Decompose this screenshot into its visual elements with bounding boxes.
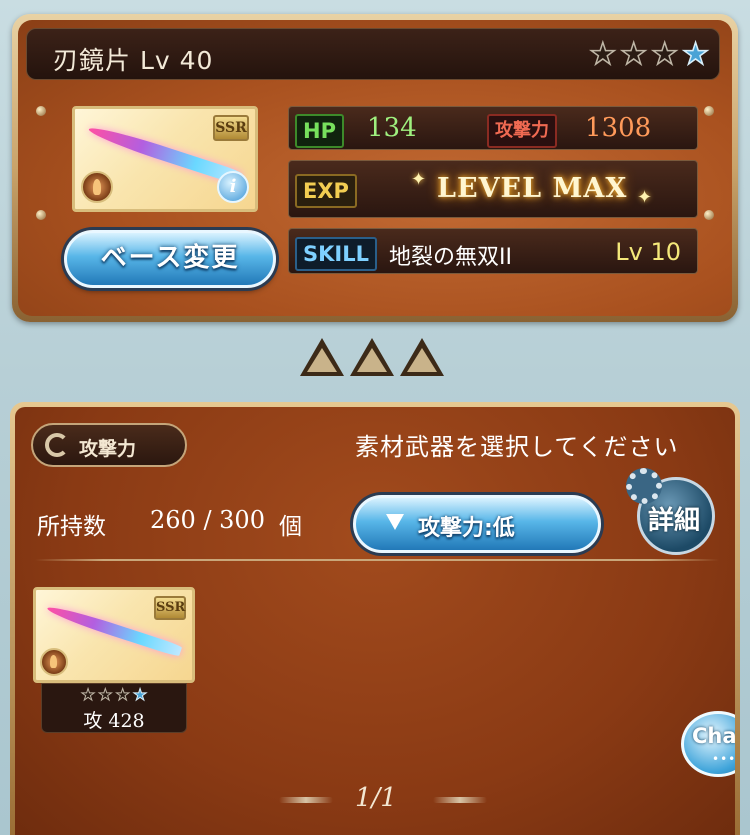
material-weapon-attack: 攻 428 xyxy=(83,710,145,732)
detail-button[interactable]: 詳細 xyxy=(626,468,715,555)
change-base-button[interactable]: ベース変更 xyxy=(64,230,276,288)
skill-name: 地裂の無双II xyxy=(389,245,512,270)
skill-label: SKILL xyxy=(295,237,377,271)
triangle-down-icon xyxy=(386,514,404,530)
star-icon: ★ xyxy=(589,37,617,72)
earth-element-icon xyxy=(81,171,113,203)
attack-label: 攻撃力 xyxy=(487,114,557,148)
weapon-thumbnail[interactable]: SSR i xyxy=(72,106,258,212)
sparkle-icon: ✦ xyxy=(637,187,653,208)
material-weapon-thumbnail: SSR xyxy=(33,587,195,683)
ssr-badge: SSR xyxy=(154,596,186,620)
earth-element-icon xyxy=(40,648,68,676)
uncap-triangles xyxy=(300,338,444,376)
rivet-decoration xyxy=(36,210,46,220)
weapon-status-card-body: 刃鏡片 Lv 40 ★ ★ ★ ★ SSR i ベース変更 HP 134 攻撃力… xyxy=(18,20,732,316)
weapon-status-card: 刃鏡片 Lv 40 ★ ★ ★ ★ SSR i ベース変更 HP 134 攻撃力… xyxy=(12,14,738,322)
blue-star-icon: ★ xyxy=(681,37,709,72)
owned-count: 260 / 300 xyxy=(150,506,265,534)
detail-label: 詳細 xyxy=(648,506,701,536)
triangle-icon xyxy=(350,338,394,376)
exp-row: EXP ✦ ✦ LEVEL MAX xyxy=(288,160,698,218)
stats-row: HP 134 攻撃力 1308 xyxy=(288,106,698,150)
instruction-text: 素材武器を選択してください xyxy=(355,433,679,461)
sort-filter-label: 攻撃力:低 xyxy=(418,516,515,541)
material-weapon-info: ★ ★ ★ ★ 攻 428 xyxy=(41,683,187,733)
weapon-name-level: 刃鏡片 Lv 40 xyxy=(53,46,214,75)
star-icon: ★ xyxy=(650,37,679,72)
star-icon: ★ xyxy=(80,685,96,704)
rivet-decoration xyxy=(704,106,714,116)
pager-prev-decoration xyxy=(279,797,333,803)
star-icon: ★ xyxy=(98,685,113,704)
uncap-stars: ★ ★ ★ ★ xyxy=(589,37,710,72)
skill-level: Lv 10 xyxy=(615,238,681,266)
rivet-decoration xyxy=(704,210,714,220)
triangle-icon xyxy=(400,338,444,376)
triangle-icon xyxy=(300,338,344,376)
star-icon: ★ xyxy=(115,685,130,704)
divider xyxy=(35,559,719,561)
info-icon[interactable]: i xyxy=(217,171,249,203)
owned-unit: 個 xyxy=(279,514,302,540)
exp-label: EXP xyxy=(295,174,357,208)
hp-value: 134 xyxy=(367,113,417,143)
chat-button[interactable]: Chat ••• xyxy=(681,711,735,777)
hp-label: HP xyxy=(295,114,344,148)
material-selection-panel: 攻撃力 素材武器を選択してください 所持数 260 / 300 個 攻撃力:低 … xyxy=(10,402,740,835)
attack-value: 1308 xyxy=(585,113,652,143)
material-selection-body: 攻撃力 素材武器を選択してください 所持数 260 / 300 個 攻撃力:低 … xyxy=(15,407,735,835)
owned-label: 所持数 xyxy=(37,514,106,540)
item-uncap-stars: ★ ★ ★ ★ xyxy=(42,685,186,704)
gear-icon xyxy=(626,468,662,504)
skill-row[interactable]: SKILL 地裂の無双II Lv 10 xyxy=(288,228,698,274)
weapon-title-bar: 刃鏡片 Lv 40 ★ ★ ★ ★ xyxy=(26,28,720,80)
page-indicator: 1/1 xyxy=(355,783,397,813)
sort-toggle-chip[interactable]: 攻撃力 xyxy=(31,423,187,467)
pager-next-decoration xyxy=(433,797,487,803)
material-weapon-item[interactable]: SSR ★ ★ ★ ★ 攻 428 xyxy=(33,587,195,735)
chat-label: Chat xyxy=(692,724,735,748)
sort-filter-button[interactable]: 攻撃力:低 xyxy=(353,495,601,553)
ellipsis-icon: ••• xyxy=(712,752,735,766)
blue-star-icon: ★ xyxy=(132,685,148,704)
sparkle-icon: ✦ xyxy=(411,169,427,190)
ssr-badge: SSR xyxy=(213,115,249,141)
star-icon: ★ xyxy=(620,37,648,72)
sort-chip-label: 攻撃力 xyxy=(79,438,137,460)
rivet-decoration xyxy=(36,106,46,116)
level-max-text: LEVEL MAX xyxy=(437,173,628,204)
refresh-icon xyxy=(45,433,69,457)
